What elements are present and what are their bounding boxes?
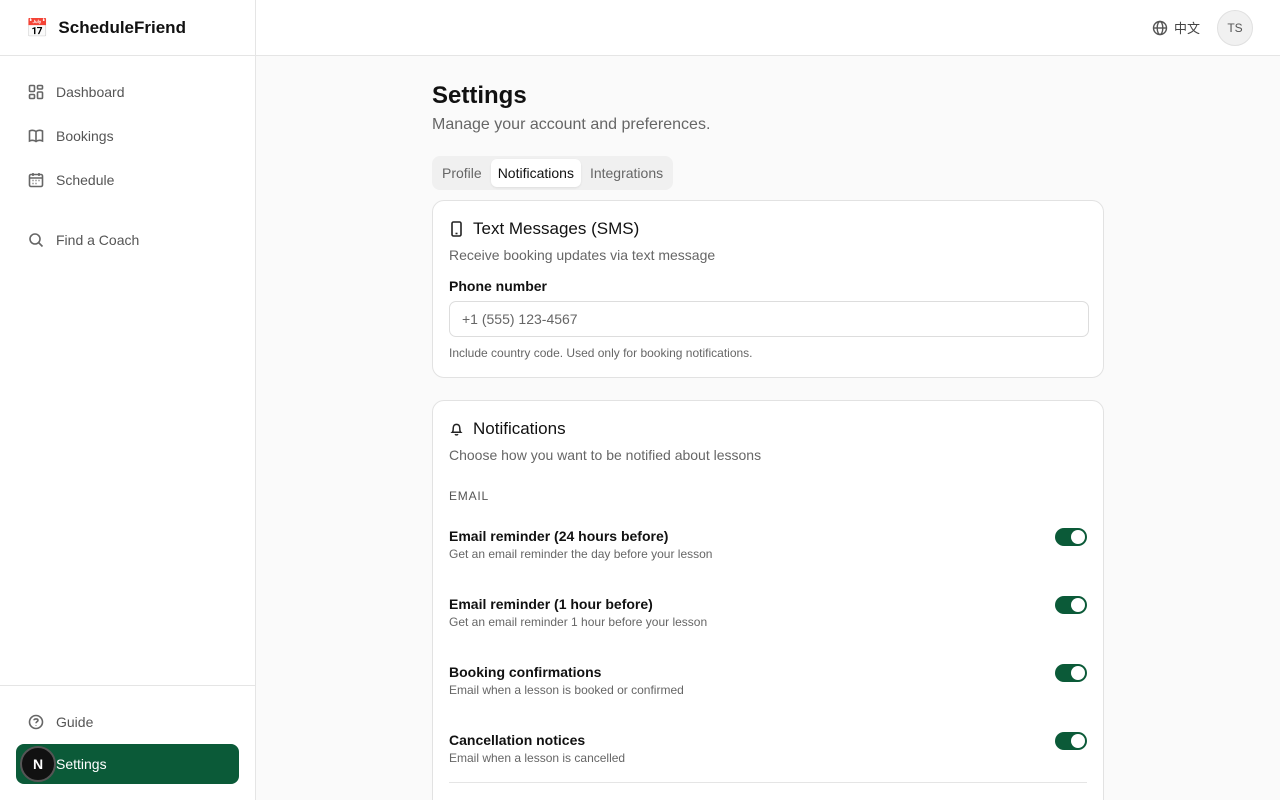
notification-row-email-24h: Email reminder (24 hours before) Get an … — [449, 528, 1087, 596]
notification-row-title: Email reminder (1 hour before) — [449, 596, 653, 612]
sidebar-item-find-a-coach[interactable]: Find a Coach — [0, 218, 255, 262]
notification-row-cancellation-notices: Cancellation notices Email when a lesson… — [449, 732, 1087, 800]
language-label: 中文 — [1173, 21, 1200, 36]
toggle-knob — [1071, 598, 1085, 612]
notification-row-title: Cancellation notices — [449, 732, 586, 748]
notification-row-description: Get an email reminder 1 hour before your… — [449, 615, 708, 629]
sidebar: 📅 ScheduleFriend Dashboard Bookings Sche… — [0, 0, 256, 800]
smartphone-icon — [451, 221, 462, 237]
sidebar-item-settings[interactable]: Settings N — [16, 744, 239, 784]
language-switcher[interactable]: 中文 — [1152, 18, 1200, 37]
dev-indicator-label: N — [32, 756, 44, 772]
tab-notifications[interactable]: Notifications — [490, 159, 581, 187]
settings-tabs: Profile Notifications Integrations — [432, 156, 674, 190]
page-title: Settings — [432, 82, 527, 109]
dev-indicator-badge[interactable]: N — [20, 746, 56, 782]
toggle-knob — [1071, 734, 1085, 748]
brand[interactable]: 📅 ScheduleFriend — [0, 0, 255, 56]
phone-number-hint: Include country code. Used only for book… — [449, 346, 753, 360]
sms-card: Text Messages (SMS) Receive booking upda… — [432, 200, 1104, 378]
sidebar-item-label: Bookings — [56, 128, 114, 144]
sidebar-item-schedule[interactable]: Schedule — [0, 158, 255, 202]
sidebar-item-label: Find a Coach — [56, 232, 140, 248]
sidebar-item-guide[interactable]: Guide — [16, 700, 239, 744]
sms-card-title: Text Messages (SMS) — [449, 219, 1087, 239]
notification-row-description: Email when a lesson is cancelled — [449, 751, 626, 765]
notifications-card: Notifications Choose how you want to be … — [432, 400, 1104, 800]
tab-integrations[interactable]: Integrations — [583, 159, 670, 187]
sidebar-footer: Guide Settings N — [0, 685, 255, 800]
notification-row-description: Get an email reminder the day before you… — [449, 547, 713, 561]
calendar-emoji-icon: 📅 — [26, 17, 49, 38]
sidebar-nav: Dashboard Bookings Schedule Find a Coach — [0, 56, 255, 262]
sms-title-text: Text Messages (SMS) — [473, 219, 640, 238]
toggle-knob — [1071, 666, 1085, 680]
notification-row-booking-confirmations: Booking confirmations Email when a lesso… — [449, 664, 1087, 732]
notification-row-title: Email reminder (24 hours before) — [449, 528, 669, 544]
topbar: 中文 TS — [256, 0, 1280, 56]
globe-icon — [1152, 20, 1168, 35]
email-1h-toggle[interactable] — [1055, 596, 1087, 614]
phone-number-label: Phone number — [449, 278, 548, 294]
notification-row-email-1h: Email reminder (1 hour before) Get an em… — [449, 596, 1087, 664]
sidebar-item-bookings[interactable]: Bookings — [0, 114, 255, 158]
sms-card-description: Receive booking updates via text message — [449, 247, 716, 263]
sidebar-item-label: Dashboard — [56, 84, 125, 100]
notification-row-title: Booking confirmations — [449, 664, 602, 680]
app-name: ScheduleFriend — [58, 17, 186, 37]
avatar-initials: TS — [1227, 21, 1243, 35]
cancellation-notices-toggle[interactable] — [1055, 732, 1087, 750]
help-circle-icon — [28, 714, 44, 730]
notifications-card-description: Choose how you want to be notified about… — [449, 447, 762, 463]
phone-number-input[interactable] — [449, 301, 1089, 337]
main-content: Settings Manage your account and prefere… — [432, 56, 1104, 800]
booking-confirmations-toggle[interactable] — [1055, 664, 1087, 682]
notifications-card-title: Notifications — [449, 419, 1087, 439]
search-icon — [29, 233, 44, 248]
email-24h-toggle[interactable] — [1055, 528, 1087, 546]
toggle-knob — [1071, 530, 1085, 544]
dashboard-icon — [28, 84, 44, 100]
page-subtitle: Manage your account and preferences. — [432, 116, 711, 133]
email-section-label: EMAIL — [449, 489, 490, 503]
sidebar-item-label: Settings — [56, 756, 107, 772]
sidebar-item-label: Schedule — [56, 172, 115, 188]
notification-row-description: Email when a lesson is booked or confirm… — [449, 683, 684, 697]
sidebar-item-label: Guide — [56, 714, 94, 730]
calendar-icon — [28, 173, 44, 188]
book-icon — [28, 129, 44, 143]
bell-icon — [450, 423, 463, 436]
notifications-title-text: Notifications — [473, 419, 566, 438]
sidebar-item-dashboard[interactable]: Dashboard — [0, 70, 255, 114]
tab-profile[interactable]: Profile — [435, 159, 489, 187]
avatar[interactable]: TS — [1217, 10, 1253, 46]
